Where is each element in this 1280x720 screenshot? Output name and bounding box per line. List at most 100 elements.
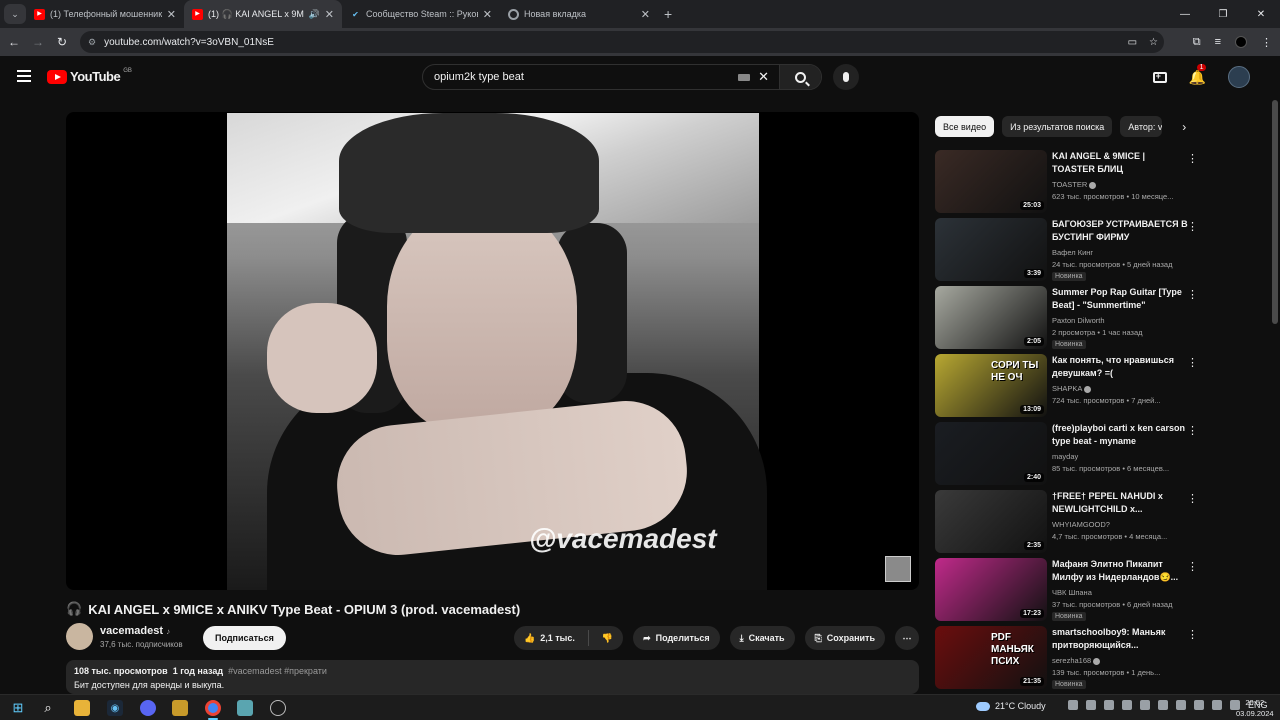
recommendation-item[interactable]: 3:39 БАГОЮЗЕР УСТРАИВАЕТСЯ В БУСТИНГ ФИРМ… [935, 218, 1200, 282]
close-icon[interactable]: ✕ [641, 8, 650, 21]
extensions-icon[interactable]: ⧉ [1193, 36, 1201, 49]
video-player[interactable]: @vacemadest [66, 112, 919, 590]
video-thumbnail[interactable]: 3:39 [935, 218, 1047, 281]
scrollbar[interactable] [1272, 100, 1278, 324]
bookmark-star-icon[interactable]: ☆ [1149, 37, 1158, 48]
save-button[interactable]: ⎘ Сохранить [804, 626, 885, 650]
more-options-icon[interactable]: ⋮ [1187, 424, 1198, 437]
search-button[interactable] [779, 65, 821, 89]
recommendation-title[interactable]: (free)playboi carti x ken carson type be… [1052, 422, 1188, 448]
recommendation-item[interactable]: 17:23 Мафаня Элитно Пикапит Милфу из Ниде… [935, 558, 1200, 622]
minimize-icon[interactable]: — [1166, 0, 1204, 28]
more-options-icon[interactable]: ⋮ [1187, 628, 1198, 641]
browser-tab-4[interactable]: Новая вкладка ✕ [500, 0, 658, 28]
create-video-icon[interactable] [1152, 71, 1167, 83]
more-options-icon[interactable]: ⋮ [1187, 492, 1198, 505]
recommendation-title[interactable]: Summer Pop Rap Guitar [Type Beat] - "Sum… [1052, 286, 1188, 312]
shield-app-icon[interactable] [172, 700, 188, 716]
more-options-icon[interactable]: ⋮ [1187, 152, 1198, 165]
video-thumbnail[interactable]: 17:23 [935, 558, 1047, 621]
video-thumbnail[interactable]: СОРИ ТЫ НЕ ОЧ 13:09 [935, 354, 1047, 417]
hamburger-menu-icon[interactable] [17, 70, 31, 82]
recommendation-item[interactable]: 2:40 (free)playboi carti x ken carson typ… [935, 422, 1200, 486]
recommendation-channel[interactable]: Вафел Кинг [1052, 248, 1093, 257]
description-box[interactable]: 108 тыс. просмотров 1 год назад #vacemad… [66, 660, 919, 694]
video-thumbnail[interactable]: PDF МАНЬЯК ПСИХ 21:35 [935, 626, 1047, 689]
new-tab-button[interactable]: + [664, 6, 672, 22]
more-options-icon[interactable]: ⋮ [1187, 560, 1198, 573]
clear-search-icon[interactable]: ✕ [758, 69, 769, 85]
file-explorer-icon[interactable] [74, 700, 90, 716]
microphone-icon[interactable] [1176, 700, 1186, 710]
recommendation-title[interactable]: Как понять, что нравишься девушкам? =( [1052, 354, 1188, 380]
dislike-icon[interactable]: 👎 [602, 633, 613, 644]
volume-icon[interactable] [1194, 700, 1204, 710]
recommendation-item[interactable]: 2:35 †FREE† PEPEL NAHUDI x NEWLIGHTCHILD … [935, 490, 1200, 554]
recommendation-channel[interactable]: Paxton Dilworth [1052, 316, 1105, 325]
recommendation-channel[interactable]: TOASTER [1052, 180, 1097, 189]
recommendation-title[interactable]: Мафаня Элитно Пикапит Милфу из Нидерланд… [1052, 558, 1188, 584]
cast-icon[interactable]: ▭ [1128, 37, 1137, 48]
more-actions-button[interactable]: ⋯ [895, 626, 919, 650]
close-icon[interactable]: ✕ [483, 8, 492, 21]
video-thumbnail[interactable]: 25:03 [935, 150, 1047, 213]
recommendation-channel[interactable]: ЧВК Шпана [1052, 588, 1092, 597]
recommendation-title[interactable]: †FREE† PEPEL NAHUDI x NEWLIGHTCHILD x... [1052, 490, 1188, 516]
more-options-icon[interactable]: ⋮ [1187, 356, 1198, 369]
site-info-icon[interactable]: ⚙ [88, 37, 96, 48]
close-icon[interactable]: ✕ [325, 8, 334, 21]
browser-tab-1[interactable]: ▶ (1) Телефонный мошенник по ✕ [26, 0, 184, 28]
address-bar[interactable]: ⚙ youtube.com/watch?v=3oVBN_01NsE ▭ ☆ [80, 31, 1164, 53]
recommendation-title[interactable]: KAI ANGEL & 9MICE | TOASTER БЛИЦ [1052, 150, 1188, 176]
notifications-bell-icon[interactable]: 🔔 1 [1189, 63, 1207, 86]
hashtags[interactable]: #vacemadest #прекрати [228, 666, 327, 676]
recommendation-item[interactable]: PDF МАНЬЯК ПСИХ 21:35 smartschoolboy9: Ман… [935, 626, 1200, 690]
tray-app-icon[interactable] [1122, 700, 1132, 710]
tray-app-icon[interactable] [1068, 700, 1078, 710]
close-window-icon[interactable]: ✕ [1242, 0, 1280, 28]
recommendation-title[interactable]: БАГОЮЗЕР УСТРАИВАЕТСЯ В БУСТИНГ ФИРМУ [1052, 218, 1188, 244]
recommendation-channel[interactable]: mayday [1052, 452, 1078, 461]
chip-author[interactable]: Автор: v [1120, 116, 1163, 137]
video-thumbnail[interactable]: 2:35 [935, 490, 1047, 553]
video-thumbnail[interactable]: 2:40 [935, 422, 1047, 485]
channel-name[interactable]: vacemadest ♪ [100, 625, 170, 637]
recommendation-channel[interactable]: SHAPKA [1052, 384, 1092, 393]
search-input[interactable]: opium2k type beat [423, 71, 738, 83]
chrome-icon[interactable] [205, 700, 221, 716]
github-desktop-icon[interactable] [270, 700, 286, 716]
clock[interactable]: 20:52 03.09.2024 [1236, 697, 1274, 719]
like-count[interactable]: 2,1 тыс. [540, 633, 575, 643]
voice-search-button[interactable] [833, 64, 859, 90]
chip-all-videos[interactable]: Все видео [935, 116, 995, 137]
tab-search-button[interactable]: ⌄ [4, 4, 26, 24]
discord-icon[interactable] [140, 700, 156, 716]
search-icon[interactable]: ⌕ [40, 700, 56, 716]
profile-avatar[interactable] [1235, 36, 1247, 48]
channel-avatar[interactable] [66, 623, 93, 650]
download-button[interactable]: ⤓ Скачать [729, 626, 795, 650]
like-icon[interactable]: 👍 [524, 633, 535, 644]
back-icon[interactable]: ← [2, 35, 26, 49]
recommendation-item[interactable]: СОРИ ТЫ НЕ ОЧ 13:09 Как понять, что нравиш… [935, 354, 1200, 418]
recommendation-item[interactable]: 25:03 KAI ANGEL & 9MICE | TOASTER БЛИЦ TOA… [935, 150, 1200, 214]
tray-app-icon[interactable] [1158, 700, 1168, 710]
tray-app-icon[interactable] [1104, 700, 1114, 710]
tray-app-icon[interactable] [1140, 700, 1150, 710]
recommendation-channel[interactable]: WHYIAMGOOD? [1052, 520, 1110, 529]
search-box[interactable]: opium2k type beat ✕ [422, 64, 822, 90]
chip-from-search[interactable]: Из результатов поиска [1002, 116, 1113, 137]
youtube-logo[interactable]: YouTube GB [47, 68, 132, 84]
more-options-icon[interactable]: ⋮ [1187, 220, 1198, 233]
subscribe-button[interactable]: Подписаться [203, 626, 286, 650]
browser-tab-3[interactable]: ✔ Сообщество Steam :: Руководс ✕ [342, 0, 500, 28]
close-icon[interactable]: ✕ [167, 8, 176, 21]
recommendation-title[interactable]: smartschoolboy9: Маньяк притворяющийся..… [1052, 626, 1188, 652]
chevron-right-icon[interactable]: › [1182, 120, 1186, 134]
windows-start-icon[interactable]: ⊞ [10, 700, 26, 716]
speaker-icon[interactable]: 🔊 [309, 9, 320, 20]
weather-widget[interactable]: 21°C Cloudy [976, 701, 1046, 711]
tray-app-icon[interactable] [1086, 700, 1096, 710]
recommendation-channel[interactable]: serezha168 [1052, 656, 1101, 665]
browser-menu-icon[interactable]: ⋮ [1261, 36, 1272, 49]
